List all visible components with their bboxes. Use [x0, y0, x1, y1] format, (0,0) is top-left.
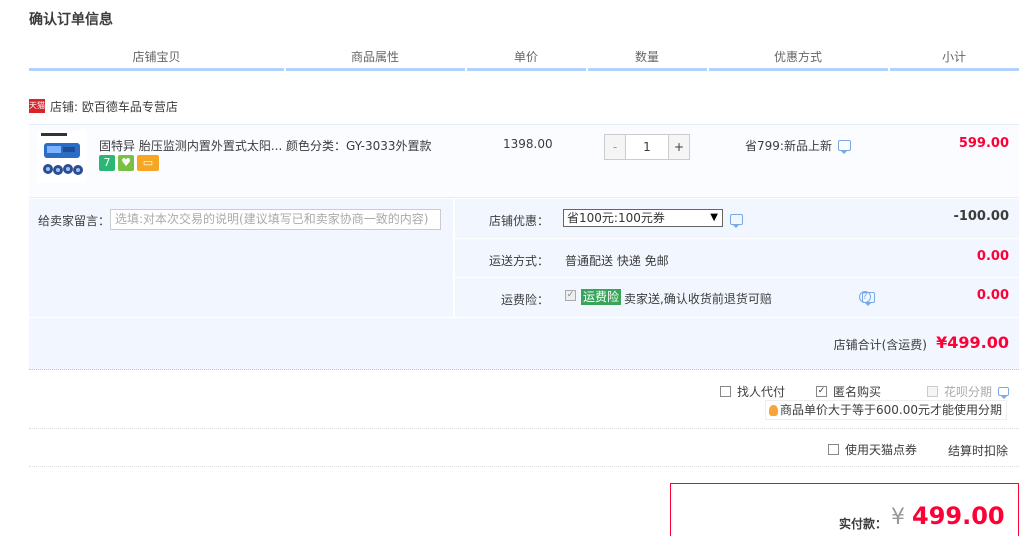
- lightbulb-icon: [769, 404, 778, 416]
- quantity-stepper: - 1 +: [604, 134, 690, 160]
- divider: [455, 238, 1019, 239]
- huabei-installment-option: 花呗分期: [927, 383, 1010, 400]
- insurance-checkbox: ✓: [565, 290, 576, 301]
- find-someone-pay-checkbox[interactable]: [720, 386, 731, 397]
- col-header-subtotal: 小计: [941, 50, 966, 64]
- divider: [29, 466, 1019, 467]
- payment-amount: 499.00: [912, 502, 1005, 530]
- shipping-label: 运送方式：: [488, 254, 549, 268]
- page-title: 确认订单信息: [29, 12, 113, 28]
- anonymous-purchase-label[interactable]: 匿名购买: [833, 383, 881, 400]
- chat-bubble-icon[interactable]: [837, 140, 851, 154]
- tmall-points-label[interactable]: 使用天猫点券: [845, 441, 917, 458]
- shop-total-label: 店铺合计(含运费): [833, 338, 927, 352]
- find-someone-pay-option[interactable]: 找人代付: [720, 383, 785, 400]
- seven-day-return-icon[interactable]: 7: [99, 155, 115, 171]
- product-title-link[interactable]: 固特异 胎压监测内置外置式太阳...: [99, 137, 282, 154]
- tmall-points-checkbox[interactable]: [828, 444, 839, 455]
- item-subtotal: 599.00: [958, 136, 1009, 151]
- order-item-row: [29, 124, 1019, 198]
- unit-price: 1398.00: [503, 137, 553, 151]
- credit-card-icon[interactable]: ▭: [137, 155, 159, 171]
- points-deduct-note: 结算时扣除: [948, 444, 1009, 458]
- tmall-icon: 天猫: [29, 99, 45, 113]
- seller-message-input[interactable]: 选填:对本次交易的说明(建议填写已和卖家协商一致的内容): [110, 209, 441, 230]
- insurance-tag: 运费险: [581, 289, 622, 305]
- quantity-increase-button[interactable]: +: [669, 135, 689, 159]
- table-header: 店铺宝贝 商品属性 单价 数量 优惠方式 小计: [29, 46, 1019, 68]
- find-someone-pay-label[interactable]: 找人代付: [737, 383, 785, 400]
- anonymous-purchase-option[interactable]: ✓ 匿名购买: [816, 383, 881, 400]
- promotion: 省799:新品上新: [745, 137, 851, 154]
- help-icon[interactable]: ?: [859, 291, 871, 303]
- insurance-description: 卖家送,确认收货前退货可赔: [624, 292, 772, 306]
- dropdown-arrow-icon: ▼: [710, 212, 718, 223]
- header-divider: [29, 68, 1019, 71]
- divider: [455, 277, 1019, 278]
- chat-bubble-icon[interactable]: [998, 387, 1010, 399]
- installment-tip: 商品单价大于等于600.00元才能使用分期: [765, 400, 1007, 420]
- tmall-points-option[interactable]: 使用天猫点券: [828, 441, 917, 458]
- service-badges: 7 ♥ ▭: [99, 155, 159, 171]
- shop-discount-amount: -100.00: [953, 209, 1009, 224]
- promotion-label: 省799:新品上新: [745, 139, 832, 153]
- payment-label: 实付款：: [839, 517, 888, 531]
- divider: [29, 428, 1019, 429]
- shipping-method: 普通配送 快递 免邮: [565, 254, 669, 268]
- shop-total-amount: ¥499.00: [936, 333, 1009, 352]
- anonymous-purchase-checkbox[interactable]: ✓: [816, 386, 827, 397]
- guarantee-icon[interactable]: ♥: [118, 155, 134, 171]
- shop-discount-label: 店铺优惠：: [488, 214, 549, 228]
- currency-symbol: ¥: [891, 505, 905, 530]
- chat-bubble-icon[interactable]: [730, 214, 743, 228]
- shop-discount-select[interactable]: 省100元:100元券 ▼: [563, 209, 723, 227]
- col-header-unit-price: 单价: [513, 50, 538, 64]
- quantity-input[interactable]: 1: [625, 135, 669, 159]
- huabei-installment-label: 花呗分期: [944, 385, 993, 399]
- insurance-amount: 0.00: [976, 288, 1009, 303]
- shop-discount-selected: 省100元:100元券: [567, 211, 665, 225]
- col-header-quantity: 数量: [634, 50, 659, 64]
- huabei-installment-checkbox: [927, 386, 938, 397]
- seller-message-label: 给卖家留言：: [38, 214, 111, 228]
- shipping-amount: 0.00: [976, 249, 1009, 264]
- col-header-discount: 优惠方式: [773, 50, 822, 64]
- installment-tip-text: 商品单价大于等于600.00元才能使用分期: [780, 403, 1002, 417]
- product-attribute: 颜色分类：GY-3033外置款: [286, 139, 432, 153]
- quantity-decrease-button[interactable]: -: [605, 135, 625, 159]
- col-header-attributes: 商品属性: [350, 50, 399, 64]
- col-header-items: 店铺宝贝: [132, 50, 181, 64]
- insurance-label: 运费险：: [500, 293, 549, 307]
- product-thumbnail[interactable]: [37, 131, 87, 183]
- shop-name[interactable]: 店铺: 欧百德车品专营店: [50, 98, 178, 115]
- shop-row: 天猫 店铺: 欧百德车品专营店: [29, 97, 178, 115]
